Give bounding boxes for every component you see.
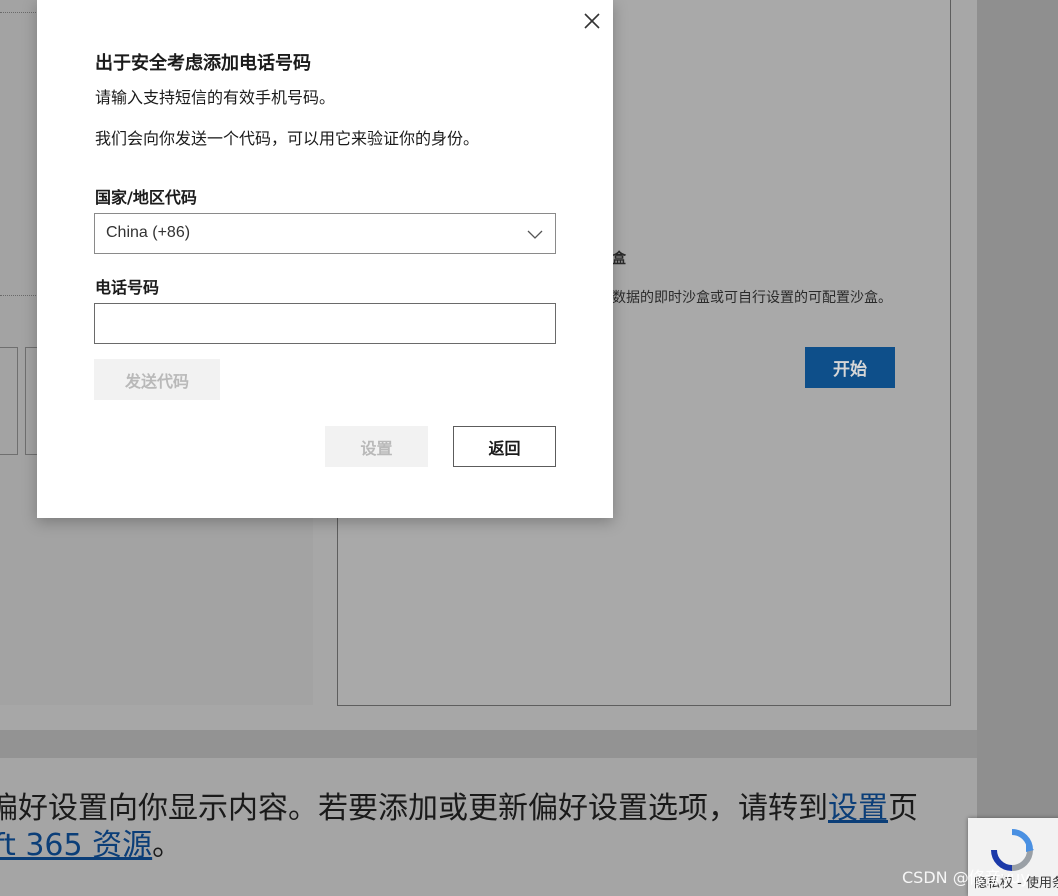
close-icon <box>584 13 600 29</box>
settings-link[interactable]: 设置 <box>828 791 888 826</box>
footer-text-line2: ft 365 资源。 <box>0 820 182 864</box>
start-button[interactable]: 开始 <box>805 347 895 388</box>
sandbox-card-description: 数据的即时沙盒或可自行设置的可配置沙盒。 <box>612 290 892 306</box>
close-button[interactable] <box>580 9 604 33</box>
country-code-select[interactable]: China (+86) <box>94 213 556 254</box>
phone-number-label: 电话号码 <box>95 278 160 297</box>
chevron-down-icon <box>527 230 543 239</box>
microsoft-365-resources-link[interactable]: ft 365 资源 <box>0 828 152 863</box>
dialog-title: 出于安全考虑添加电话号码 <box>95 53 311 74</box>
footer-text: 。 <box>152 828 183 863</box>
country-code-value: China (+86) <box>106 224 191 241</box>
divider <box>0 12 36 13</box>
footer-text: 页 <box>888 791 918 826</box>
set-button[interactable]: 设置 <box>325 426 428 467</box>
phone-number-input[interactable] <box>94 303 556 344</box>
dialog-subtitle: 请输入支持短信的有效手机号码。 <box>95 88 336 107</box>
background-band <box>0 730 977 758</box>
background-tile <box>0 347 18 455</box>
country-code-label: 国家/地区代码 <box>95 188 197 207</box>
sandbox-card-title: 盒 <box>612 251 626 267</box>
dialog-description: 我们会向你发送一个代码，可以用它来验证你的身份。 <box>95 129 480 148</box>
back-button[interactable]: 返回 <box>453 426 556 467</box>
divider <box>0 295 36 296</box>
background-right-strip <box>977 0 1058 896</box>
watermark: CSDN @修音yuy <box>902 868 1030 887</box>
send-code-button[interactable]: 发送代码 <box>94 359 220 400</box>
add-phone-dialog: 出于安全考虑添加电话号码 请输入支持短信的有效手机号码。 我们会向你发送一个代码… <box>37 0 613 518</box>
